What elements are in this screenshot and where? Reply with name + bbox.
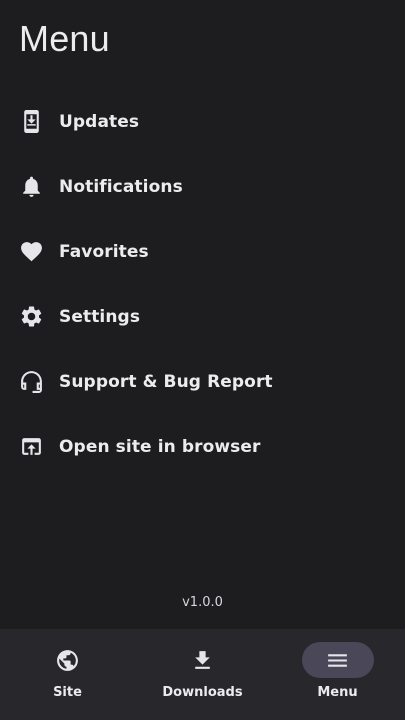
menu-item-notifications[interactable]: Notifications	[0, 154, 405, 219]
nav-active-indicator	[301, 642, 374, 678]
menu-list: Updates Notifications Favorites Settings	[0, 89, 405, 479]
nav-label-site: Site	[53, 685, 82, 700]
menu-item-label: Settings	[59, 306, 141, 327]
nav-item-menu[interactable]: Menu	[270, 629, 405, 720]
open-in-browser-icon	[19, 434, 44, 459]
hamburger-menu-icon	[328, 653, 347, 667]
bell-icon	[19, 174, 44, 199]
menu-item-label: Favorites	[59, 241, 149, 262]
menu-screen: Menu Updates Notifications Favorites Set…	[0, 0, 405, 720]
nav-icon-container	[167, 642, 239, 678]
page-title: Menu	[19, 18, 110, 59]
nav-label-downloads: Downloads	[162, 685, 243, 700]
menu-item-settings[interactable]: Settings	[0, 284, 405, 349]
download-icon	[195, 650, 210, 669]
nav-label-menu: Menu	[317, 685, 358, 700]
heart-icon	[19, 239, 44, 264]
gear-icon	[19, 304, 44, 329]
menu-item-label: Support & Bug Report	[59, 371, 273, 392]
menu-item-open-in-browser[interactable]: Open site in browser	[0, 414, 405, 479]
menu-item-label: Updates	[59, 111, 140, 132]
menu-item-favorites[interactable]: Favorites	[0, 219, 405, 284]
nav-icon-container	[32, 642, 104, 678]
menu-item-updates[interactable]: Updates	[0, 89, 405, 154]
app-version: v1.0.0	[182, 595, 223, 610]
menu-item-label: Open site in browser	[59, 436, 261, 457]
menu-item-label: Notifications	[59, 176, 183, 197]
bottom-navigation: Site Downloads Menu	[0, 629, 405, 720]
menu-item-support[interactable]: Support & Bug Report	[0, 349, 405, 414]
globe-icon	[57, 649, 78, 671]
nav-item-site[interactable]: Site	[0, 629, 135, 720]
nav-item-downloads[interactable]: Downloads	[135, 629, 270, 720]
phone-download-icon	[19, 109, 44, 134]
headset-icon	[19, 369, 44, 394]
